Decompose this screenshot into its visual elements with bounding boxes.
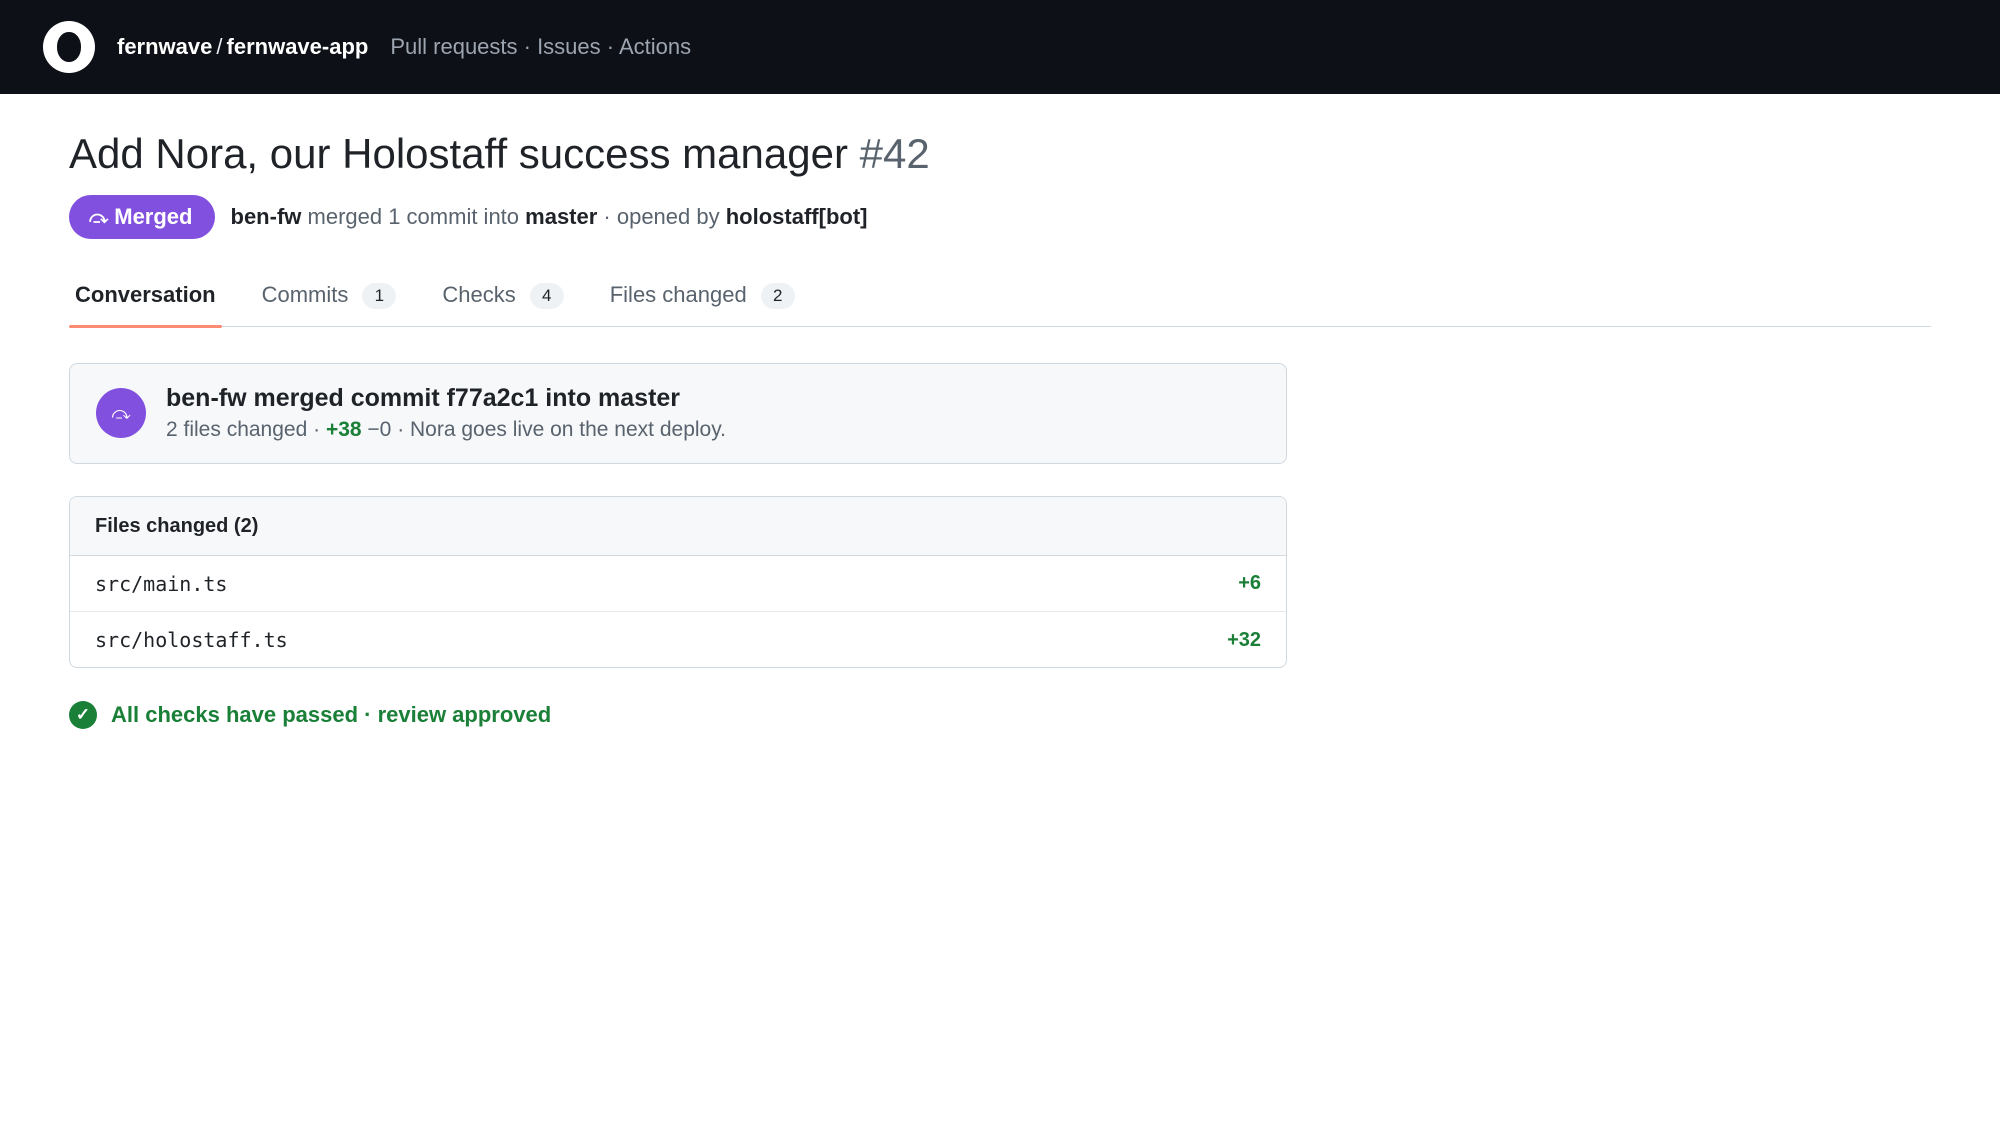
checks-status: ✓ All checks have passed · review approv… [69, 700, 551, 730]
file-additions: +32 [1227, 628, 1261, 651]
deletions-count: −0 [361, 418, 398, 441]
pr-title-text: Add Nora, our Holostaff success manager [69, 130, 848, 177]
tab-counter: 4 [529, 283, 564, 309]
merge-event-card: ⤼ ben-fw merged commit f77a2c1 into mast… [69, 363, 1287, 464]
tab-files-changed[interactable]: Files changed 2 [604, 272, 801, 327]
merge-event-title: ben-fw merged commit f77a2c1 into master [166, 384, 681, 412]
file-additions: +6 [1238, 572, 1261, 594]
files-changed-card: Files changed (2) src/main.ts +6 src/hol… [69, 496, 1287, 668]
top-nav-links[interactable]: Pull requests · Issues · Actions [390, 34, 691, 60]
pr-title: Add Nora, our Holostaff success manager … [69, 130, 930, 178]
merge-icon: ⤼ [96, 388, 146, 438]
pr-meta-text: ben-fw merged 1 commit into master · ope… [231, 204, 868, 230]
file-path[interactable]: src/main.ts [95, 572, 227, 596]
base-branch[interactable]: master [525, 204, 597, 229]
files-changed-text: 2 files changed · [166, 418, 326, 441]
tab-label: Checks [442, 282, 516, 307]
merged-text: merged 1 commit into [301, 204, 526, 229]
merged-status-badge: ⤼ Merged [69, 195, 215, 239]
breadcrumb-separator: / [216, 34, 223, 59]
tab-label: Commits [261, 282, 349, 307]
checks-status-text: All checks have passed · review approved [111, 702, 552, 727]
commit-message: · Nora goes live on the next deploy. [397, 418, 726, 441]
repo-owner-link[interactable]: fernwave [117, 34, 212, 59]
additions-count: +38 [325, 418, 362, 441]
tab-commits[interactable]: Commits 1 [256, 272, 403, 327]
merge-icon: ⤼ [89, 206, 109, 227]
merger-link[interactable]: ben-fw [231, 204, 302, 229]
app-logo-icon[interactable] [43, 21, 95, 73]
tab-counter: 2 [760, 283, 795, 309]
file-row[interactable]: src/main.ts +6 [70, 556, 1286, 612]
files-changed-header: Files changed (2) [70, 497, 1286, 556]
pr-number: #42 [859, 130, 930, 177]
merge-event-summary: 2 files changed · +38 −0 · Nora goes liv… [166, 418, 726, 442]
tab-counter: 1 [362, 283, 397, 309]
top-navigation-bar: fernwave / fernwave-app Pull requests · Is… [0, 0, 2000, 94]
tab-checks[interactable]: Checks 4 [436, 272, 569, 327]
pr-meta-row: ⤼ Merged ben-fw merged 1 commit into mas… [69, 195, 867, 239]
tab-label: Files changed [609, 282, 747, 307]
status-label: Merged [114, 204, 193, 229]
tab-label: Conversation [75, 282, 216, 307]
tab-conversation[interactable]: Conversation [69, 272, 222, 328]
repo-name-link[interactable]: fernwave-app [227, 34, 369, 59]
pr-tabs: Conversation Commits 1 Checks 4 Files ch… [69, 272, 1931, 328]
file-path[interactable]: src/holostaff.ts [95, 628, 288, 652]
file-row[interactable]: src/holostaff.ts +32 [70, 612, 1286, 667]
author-link[interactable]: holostaff[bot] [726, 204, 868, 229]
opened-text: · opened by [597, 204, 726, 229]
check-circle-icon: ✓ [69, 701, 97, 729]
repo-breadcrumb: fernwave / fernwave-app [117, 34, 368, 60]
